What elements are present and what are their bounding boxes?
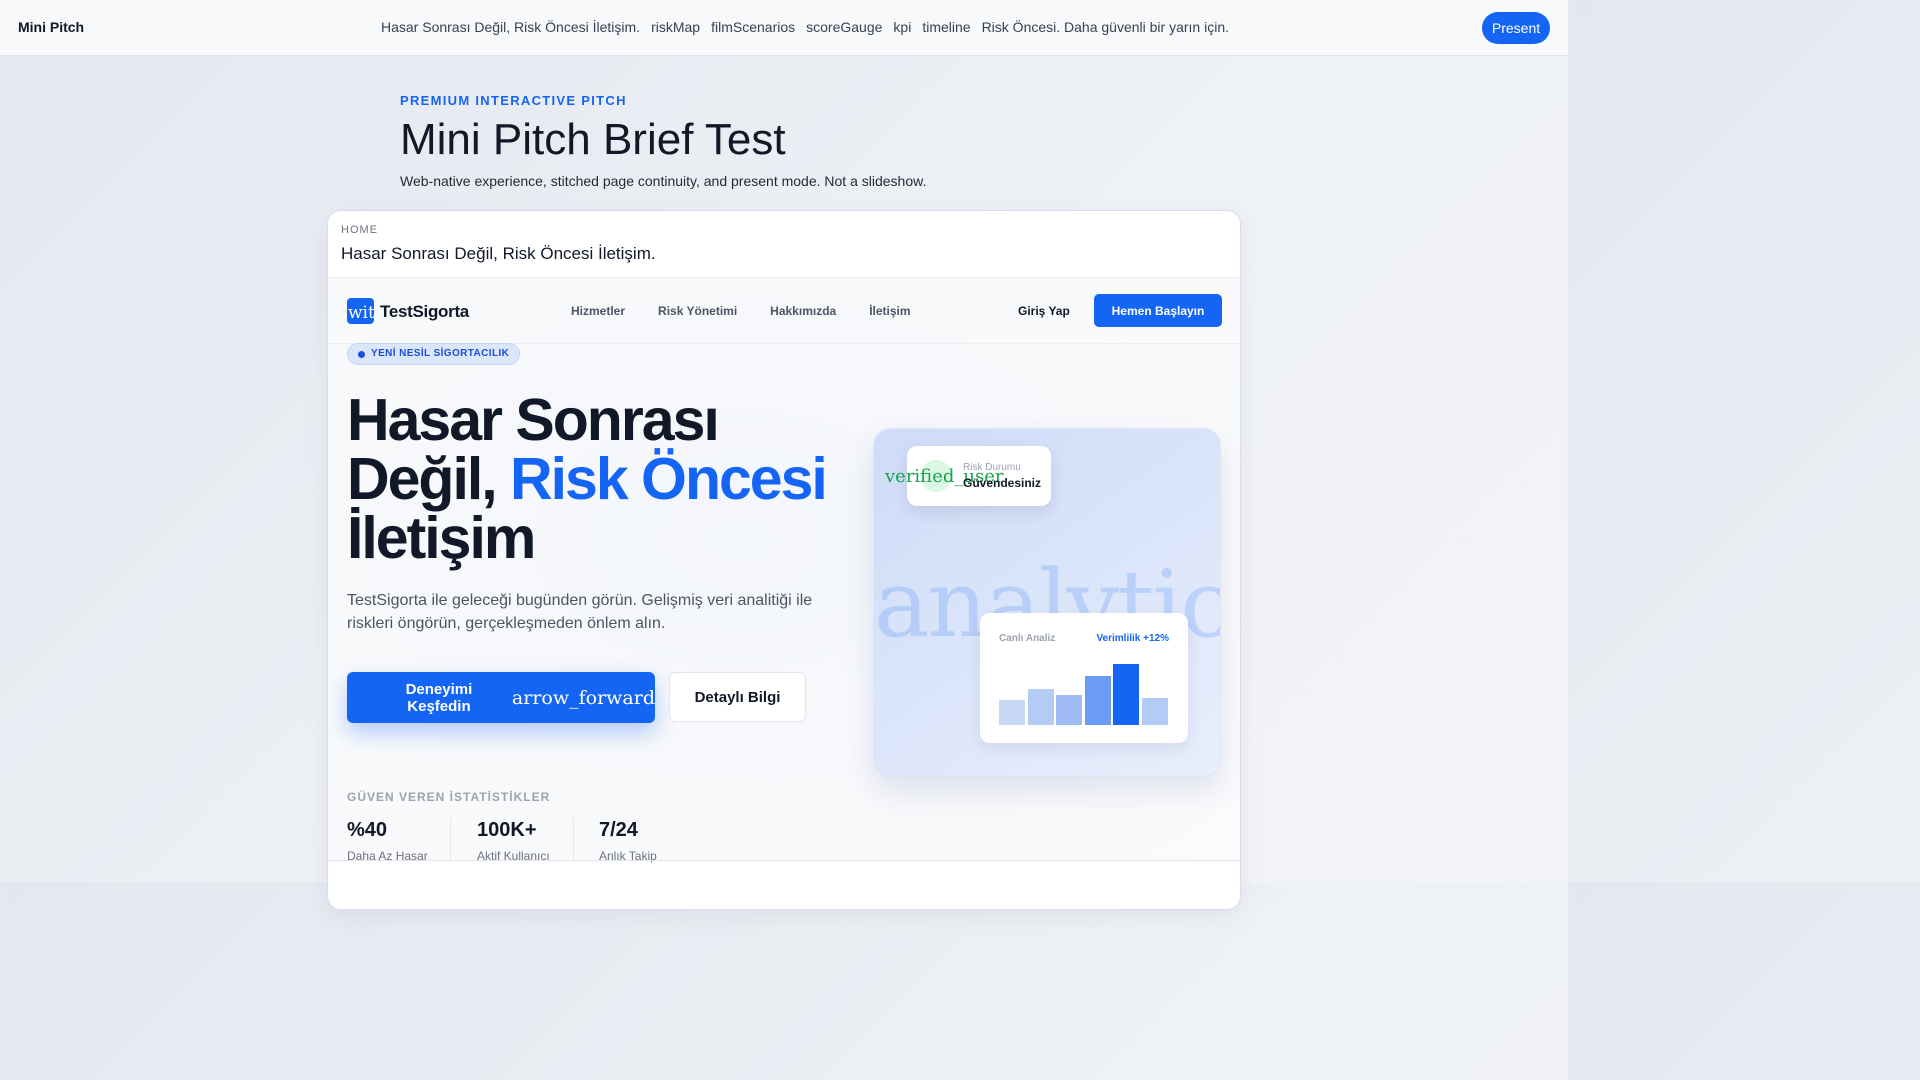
site-navbar: wit TestSigorta Hizmetler Risk Yönetimi … — [328, 278, 1240, 344]
live-analysis-card: Canlı Analiz Verimlilik +12% — [980, 613, 1188, 743]
breadcrumb: HOME — [341, 224, 378, 236]
top-nav-item-home[interactable]: Hasar Sonrası Değil, Risk Öncesi İletişi… — [381, 19, 640, 35]
hero-line-2-start: Değil, — [347, 446, 511, 512]
page-subtitle: Web-native experience, stitched page con… — [400, 173, 927, 189]
top-nav-item-riskmap[interactable]: riskMap — [651, 19, 700, 35]
details-button[interactable]: Detaylı Bilgi — [669, 672, 806, 722]
status-badge: YENİ NESİL SİGORTACILIK — [347, 343, 521, 365]
stat-value: %40 — [347, 819, 388, 841]
shield-icon[interactable]: wit — [347, 298, 374, 324]
live-analysis-label: Canlı Analiz — [999, 633, 1056, 644]
chart-bar — [1027, 689, 1054, 725]
top-nav-item-timeline[interactable]: timeline — [922, 19, 970, 35]
app-brand: Mini Pitch — [18, 19, 85, 35]
chart-bar — [999, 700, 1025, 725]
site-nav-item-contact[interactable]: İletişim — [869, 304, 910, 318]
hero-line-1: Hasar Sonrası — [347, 387, 720, 453]
risk-status-card: verified_user Risk Durumu Güvendesiniz — [885, 446, 1051, 506]
present-button[interactable]: Present — [1482, 12, 1550, 44]
chart-bar — [1084, 676, 1111, 725]
stat-item: %40 Daha Az Hasar — [347, 819, 428, 863]
top-nav: Hasar Sonrası Değil, Risk Öncesi İletişi… — [381, 19, 1229, 35]
efficiency-label: Verimlilik +12% — [1096, 633, 1169, 644]
top-nav-item-filmscenarios[interactable]: filmScenarios — [711, 19, 795, 35]
page-title: Mini Pitch Brief Test — [400, 115, 786, 164]
page-frame: HOME Hasar Sonrası Değil, Risk Öncesi İl… — [327, 210, 1241, 910]
risk-status-value: Güvendesiniz — [963, 476, 1042, 490]
stat-divider — [573, 818, 574, 860]
chart-bar — [1056, 695, 1082, 725]
get-started-button[interactable]: Hemen Başlayın — [1094, 294, 1222, 327]
stats-heading: GÜVEN VEREN İSTATİSTİKLER — [347, 790, 551, 804]
top-nav-item-kpi[interactable]: kpi — [893, 19, 911, 35]
top-nav-item-closing[interactable]: Risk Öncesi. Daha güvenli bir yarın için… — [982, 19, 1229, 35]
stat-value: 100K+ — [477, 819, 537, 841]
frame-header: HOME Hasar Sonrası Değil, Risk Öncesi İl… — [328, 211, 1240, 278]
hero-line-3: İletişim — [347, 505, 536, 571]
top-nav-item-scoregauge[interactable]: scoreGauge — [806, 19, 882, 35]
arrow-forward-icon: arrow_forward — [511, 686, 655, 709]
top-bar: Mini Pitch Hasar Sonrası Değil, Risk Önc… — [0, 0, 1568, 56]
stat-value: 7/24 — [599, 819, 638, 841]
hero-heading: Hasar Sonrası Değil, Risk Öncesi İletişi… — [347, 387, 828, 571]
explore-button[interactable]: Deneyimi Keşfedin arrow_forward — [347, 672, 655, 723]
site-nav-links: Hizmetler Risk Yönetimi Hakkımızda İleti… — [571, 304, 911, 318]
hero-lead: TestSigorta ile geleceği bugünden görün.… — [347, 592, 813, 632]
site-logo-text[interactable]: TestSigorta — [380, 302, 469, 322]
explore-button-label: Deneyimi Keşfedin — [405, 680, 473, 715]
site-nav-item-services[interactable]: Hizmetler — [571, 304, 625, 318]
hero-line-2: Değil, Risk Öncesi — [347, 450, 828, 509]
chart-bar — [1113, 664, 1139, 725]
mini-bar-chart — [999, 653, 1169, 725]
eyebrow-label: PREMIUM INTERACTIVE PITCH — [400, 93, 627, 108]
stat-divider — [450, 818, 451, 860]
stat-item: 7/24 Anlık Takip — [599, 819, 657, 863]
site-preview: wit TestSigorta Hizmetler Risk Yönetimi … — [328, 278, 1240, 863]
risk-status-label: Risk Durumu — [963, 462, 1021, 473]
frame-title: Hasar Sonrası Değil, Risk Öncesi İletişi… — [341, 244, 656, 263]
frame-divider — [328, 860, 1240, 861]
stat-item: 100K+ Aktif Kullanıcı — [477, 819, 550, 863]
site-nav-item-about[interactable]: Hakkımızda — [770, 304, 836, 318]
hero-highlight: Risk Öncesi — [510, 446, 828, 512]
hero-visual-card: analytics verified_user Risk Durumu Güve… — [873, 428, 1221, 777]
login-link[interactable]: Giriş Yap — [1018, 304, 1070, 318]
chart-bar — [1141, 698, 1168, 725]
site-nav-item-risk[interactable]: Risk Yönetimi — [658, 304, 737, 318]
